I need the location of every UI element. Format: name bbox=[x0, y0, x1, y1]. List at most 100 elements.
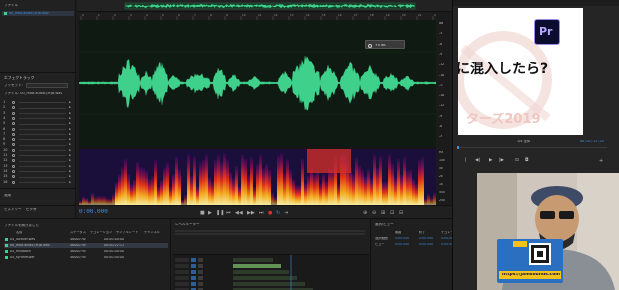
effect-slot[interactable]: 16 ▸ bbox=[3, 180, 73, 185]
chevron-right-icon[interactable]: ▸ bbox=[69, 116, 71, 120]
power-icon[interactable] bbox=[12, 180, 15, 184]
preset-select[interactable] bbox=[26, 83, 68, 88]
effect-slot-field[interactable] bbox=[19, 139, 66, 141]
effects-rack-title[interactable]: エフェクトラック bbox=[4, 76, 34, 80]
play-program-icon[interactable]: ▶ bbox=[489, 158, 492, 163]
selection-start[interactable]: 0:00.000 bbox=[395, 237, 409, 240]
zoom-full-icon[interactable]: ⊞ bbox=[381, 210, 385, 216]
effect-slot-field[interactable] bbox=[19, 112, 66, 114]
zoom-in-icon[interactable]: ⊕ bbox=[363, 210, 367, 216]
overview-bar[interactable] bbox=[77, 0, 452, 12]
effect-slot-field[interactable] bbox=[19, 176, 66, 178]
table-row[interactable]: 04_synthesizer 48000 Hz 00:00:00:00 bbox=[4, 255, 168, 260]
tab-history[interactable]: ヒストリー bbox=[4, 208, 22, 212]
effect-slot-field[interactable] bbox=[19, 107, 66, 109]
column-header[interactable]: デュレーション bbox=[90, 231, 112, 234]
power-icon[interactable] bbox=[12, 148, 15, 152]
fit-select[interactable]: 1/4 全体 bbox=[517, 140, 530, 143]
chevron-right-icon[interactable]: ▸ bbox=[69, 105, 71, 109]
effect-slot-field[interactable] bbox=[19, 165, 66, 167]
effect-slot[interactable]: 15 ▸ bbox=[3, 174, 73, 179]
fast-forward-icon[interactable]: ▶▶ bbox=[247, 210, 255, 216]
tab-video[interactable]: ビデオ bbox=[26, 208, 37, 212]
effect-slot-field[interactable] bbox=[19, 118, 66, 119]
waveform-display[interactable] bbox=[78, 20, 437, 146]
effect-slot[interactable]: 6 ▸ bbox=[3, 127, 73, 132]
view-start[interactable]: 0:00.000 bbox=[395, 243, 409, 246]
file-item-row[interactable]: 00_mod.audio.(M)B.wav bbox=[2, 11, 74, 16]
power-icon[interactable] bbox=[12, 169, 15, 173]
effect-slot-field[interactable] bbox=[19, 160, 66, 162]
power-icon[interactable] bbox=[12, 106, 15, 110]
effect-slot-field[interactable] bbox=[19, 102, 66, 103]
effect-slot[interactable]: 11 ▸ bbox=[3, 153, 73, 158]
power-icon[interactable] bbox=[12, 111, 15, 115]
effect-slot[interactable]: 12 ▸ bbox=[3, 158, 73, 163]
power-icon[interactable] bbox=[12, 143, 15, 147]
pause-icon[interactable]: ❚❚ bbox=[216, 210, 224, 216]
step-back-icon[interactable]: ◀| bbox=[475, 158, 480, 163]
chevron-right-icon[interactable]: ▸ bbox=[69, 121, 71, 125]
power-icon[interactable] bbox=[12, 116, 15, 120]
effect-slot[interactable]: 13 ▸ bbox=[3, 164, 73, 169]
effect-slot[interactable]: 9 ▸ bbox=[3, 142, 73, 147]
record-icon[interactable]: ● bbox=[268, 210, 272, 216]
chevron-right-icon[interactable]: ▸ bbox=[69, 153, 71, 157]
effect-slot[interactable]: 2 ▸ bbox=[3, 105, 73, 110]
overview-waveform[interactable] bbox=[77, 0, 452, 12]
power-icon[interactable] bbox=[12, 101, 15, 104]
column-header[interactable]: 名前 bbox=[16, 231, 22, 234]
power-icon[interactable] bbox=[12, 154, 15, 157]
step-forward-icon[interactable]: |▶ bbox=[499, 158, 504, 163]
effect-slot[interactable]: 8 ▸ bbox=[3, 137, 73, 142]
view-end[interactable]: 0:00.000 bbox=[419, 243, 433, 246]
stop-icon[interactable]: ■ bbox=[200, 210, 205, 216]
volume-hud[interactable]: +0 dB bbox=[365, 40, 405, 49]
chevron-right-icon[interactable]: ▸ bbox=[69, 174, 71, 178]
chevron-right-icon[interactable]: ▸ bbox=[69, 137, 71, 141]
power-icon[interactable] bbox=[12, 164, 15, 168]
chevron-right-icon[interactable]: ▸ bbox=[69, 158, 71, 162]
chevron-right-icon[interactable]: ▸ bbox=[69, 132, 71, 136]
effect-slot-field[interactable] bbox=[19, 155, 66, 156]
effect-slot[interactable]: 7 ▸ bbox=[3, 132, 73, 137]
chevron-right-icon[interactable]: ▸ bbox=[69, 148, 71, 152]
time-ruler[interactable]: 012345678910111213141516171819202122 bbox=[79, 13, 438, 20]
chevron-right-icon[interactable]: ▸ bbox=[69, 169, 71, 173]
add-button-icon[interactable]: + bbox=[599, 158, 603, 164]
chevron-right-icon[interactable]: ▸ bbox=[69, 100, 71, 104]
zoom-in-time-icon[interactable]: ⊟ bbox=[399, 210, 403, 216]
skip-start-icon[interactable]: ⏮ bbox=[226, 210, 231, 216]
column-header[interactable]: チャンネル bbox=[144, 231, 160, 234]
chevron-right-icon[interactable]: ▸ bbox=[69, 127, 71, 131]
power-icon[interactable] bbox=[12, 132, 15, 136]
effect-slot-field[interactable] bbox=[19, 128, 66, 130]
rewind-icon[interactable]: ◀◀ bbox=[235, 210, 243, 216]
chevron-right-icon[interactable]: ▸ bbox=[69, 164, 71, 168]
effect-slot[interactable]: 14 ▸ bbox=[3, 169, 73, 174]
effect-slot[interactable]: 5 ▸ bbox=[3, 121, 73, 126]
mark-in-icon[interactable]: ⌈ bbox=[465, 158, 467, 163]
zoom-selection-icon[interactable]: ⊡ bbox=[390, 210, 394, 216]
loop-icon[interactable]: ↻ bbox=[276, 210, 280, 216]
effect-slot-field[interactable] bbox=[19, 150, 66, 151]
effect-slot-field[interactable] bbox=[19, 144, 66, 146]
effect-slot-field[interactable] bbox=[19, 134, 66, 135]
power-icon[interactable] bbox=[12, 159, 15, 163]
column-header[interactable]: ステータス bbox=[70, 231, 86, 234]
selection-end[interactable]: 0:00.000 bbox=[419, 237, 433, 240]
column-header[interactable]: サンプルレート bbox=[116, 231, 138, 234]
chevron-right-icon[interactable]: ▸ bbox=[69, 142, 71, 146]
zoom-out-icon[interactable]: ⊖ bbox=[372, 210, 376, 216]
power-icon[interactable] bbox=[12, 127, 15, 131]
spectral-display[interactable] bbox=[79, 149, 436, 205]
table-row[interactable]: 04_lavalier.wav 48000 Hz 00:00:00:00 bbox=[4, 237, 168, 242]
apply-button[interactable]: 適用 bbox=[4, 194, 11, 198]
effect-slot[interactable]: 10 ▸ bbox=[3, 148, 73, 153]
effect-slot[interactable]: 4 ▸ bbox=[3, 116, 73, 121]
effect-slot[interactable]: 3 ▸ bbox=[3, 111, 73, 116]
program-playhead[interactable] bbox=[457, 146, 459, 149]
power-icon[interactable] bbox=[12, 122, 15, 126]
camera-icon[interactable]: ◘ bbox=[525, 158, 529, 163]
effect-slot-field[interactable] bbox=[19, 171, 66, 172]
